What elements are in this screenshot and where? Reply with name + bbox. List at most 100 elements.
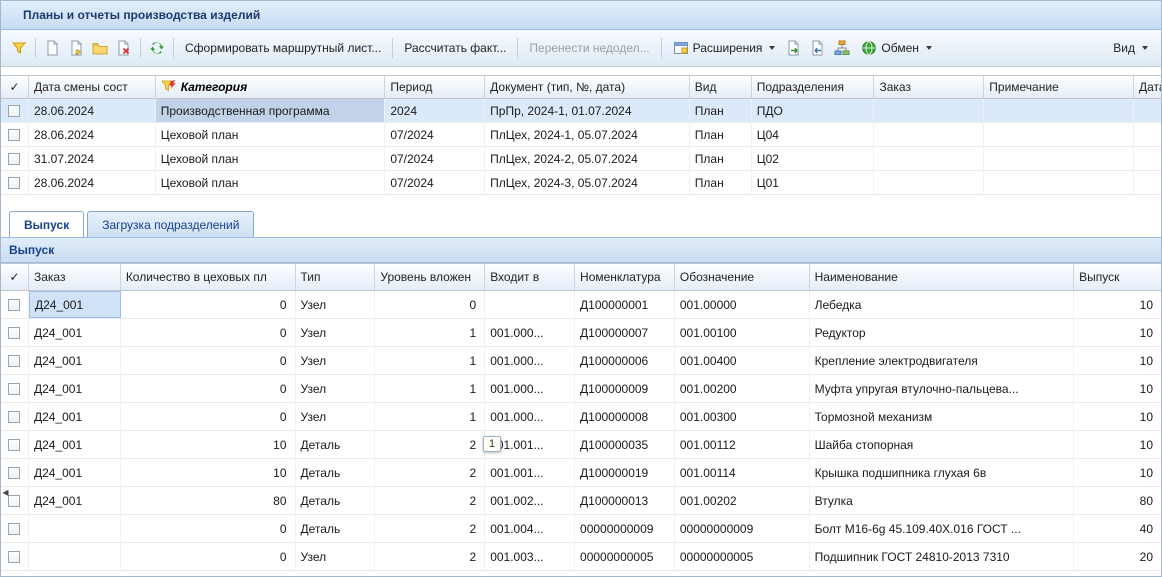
cell-division[interactable]: ПДО (752, 99, 875, 122)
cell-order[interactable]: Д24_001 (29, 403, 121, 430)
row-checkbox[interactable] (8, 153, 20, 165)
cell-level[interactable]: 2 (375, 431, 485, 458)
cell-name[interactable]: Шайба стопорная (810, 431, 1075, 458)
cell-level[interactable]: 1 (375, 403, 485, 430)
cell-parent[interactable]: 001.000... (485, 403, 575, 430)
cell-output[interactable]: 10 (1074, 319, 1161, 346)
column-header-level[interactable]: Уровень вложен (375, 264, 485, 290)
cell-kind[interactable]: План (690, 147, 752, 170)
cell-kind[interactable]: План (690, 99, 752, 122)
import-button[interactable] (806, 36, 830, 60)
cell-period[interactable]: 07/2024 (385, 123, 485, 146)
cell-level[interactable]: 0 (375, 291, 485, 318)
cell-name[interactable]: Подшипник ГОСТ 24810-2013 7310 (810, 543, 1075, 570)
table-row[interactable]: Д24_001 0 Узел 1 001.000... Д100000006 0… (1, 347, 1161, 375)
cell-parent[interactable] (485, 291, 575, 318)
collapse-panel-icon[interactable]: ◀ (1, 479, 10, 505)
column-header-output[interactable]: Выпуск (1074, 264, 1161, 290)
cell-output[interactable]: 10 (1074, 291, 1161, 318)
cell-nomenclature[interactable]: 00000000005 (575, 543, 675, 570)
table-row[interactable]: Д24_001 10 Деталь 2 001.001... Д10000001… (1, 459, 1161, 487)
cell-qty[interactable]: 0 (121, 515, 296, 542)
column-header-document[interactable]: Документ (тип, №, дата) (485, 76, 690, 98)
cell-level[interactable]: 2 (375, 459, 485, 486)
cell-order[interactable]: Д24_001 (29, 431, 121, 458)
cell-qty[interactable]: 10 (121, 459, 296, 486)
tab-zagruzka-podrazdelenij[interactable]: Загрузка подразделений (87, 211, 254, 237)
extensions-button[interactable]: Расширения (666, 36, 783, 60)
cell-check[interactable] (1, 543, 29, 570)
cell-output[interactable]: 10 (1074, 375, 1161, 402)
cell-qty[interactable]: 0 (121, 375, 296, 402)
column-header-date2[interactable]: Дата (1134, 76, 1161, 98)
cell-name[interactable]: Муфта упругая втулочно-пальцева... (810, 375, 1075, 402)
cell-output[interactable]: 10 (1074, 403, 1161, 430)
row-checkbox[interactable] (8, 129, 20, 141)
column-header-parent[interactable]: Входит в (485, 264, 575, 290)
cell-order[interactable] (29, 515, 121, 542)
cell-type[interactable]: Деталь (296, 431, 376, 458)
cell-kind[interactable]: План (690, 171, 752, 194)
cell-parent[interactable]: 001.001... (485, 459, 575, 486)
export-button[interactable] (782, 36, 806, 60)
cell-designation[interactable]: 001.00300 (675, 403, 810, 430)
table-row[interactable]: Д24_001 10 Деталь 2 001.001... Д10000003… (1, 431, 1161, 459)
cell-designation[interactable]: 001.00000 (675, 291, 810, 318)
refresh-button[interactable] (145, 36, 169, 60)
column-header-designation[interactable]: Обозначение (675, 264, 810, 290)
column-header-division[interactable]: Подразделения (752, 76, 875, 98)
cell-date[interactable]: 28.06.2024 (29, 123, 156, 146)
cell-check[interactable] (1, 99, 29, 122)
cell-parent[interactable]: 001.004... (485, 515, 575, 542)
cell-parent[interactable]: 001.003... (485, 543, 575, 570)
cell-qty[interactable]: 0 (121, 403, 296, 430)
cell-designation[interactable]: 00000000009 (675, 515, 810, 542)
cell-nomenclature[interactable]: Д100000019 (575, 459, 675, 486)
column-header-qty[interactable]: Количество в цеховых пл (121, 264, 296, 290)
cell-output[interactable]: 10 (1074, 347, 1161, 374)
cell-period[interactable]: 07/2024 (385, 171, 485, 194)
row-checkbox[interactable] (8, 439, 20, 451)
cell-order[interactable]: Д24_001 (29, 347, 121, 374)
cell-output[interactable]: 10 (1074, 431, 1161, 458)
row-checkbox[interactable] (8, 327, 20, 339)
cell-name[interactable]: Болт М16-6g 45.109.40Х.016 ГОСТ ... (810, 515, 1075, 542)
cell-parent[interactable]: 001.000... (485, 319, 575, 346)
cell-output[interactable]: 40 (1074, 515, 1161, 542)
cell-division[interactable]: Ц04 (752, 123, 875, 146)
cell-designation[interactable]: 001.00200 (675, 375, 810, 402)
cell-level[interactable]: 1 (375, 347, 485, 374)
cell-designation[interactable]: 001.00400 (675, 347, 810, 374)
cell-type[interactable]: Узел (296, 543, 376, 570)
cell-check[interactable] (1, 347, 29, 374)
cell-level[interactable]: 1 (375, 319, 485, 346)
cell-check[interactable] (1, 375, 29, 402)
column-header-period[interactable]: Период (385, 76, 485, 98)
table-row[interactable]: Д24_001 80 Деталь 2 001.002... Д10000001… (1, 487, 1161, 515)
cell-name[interactable]: Лебедка (810, 291, 1075, 318)
cell-designation[interactable]: 001.00100 (675, 319, 810, 346)
cell-nomenclature[interactable]: Д100000006 (575, 347, 675, 374)
cell-date2[interactable] (1134, 99, 1161, 122)
cell-order[interactable] (874, 99, 984, 122)
table-row[interactable]: 31.07.2024 Цеховой план 07/2024 ПлЦех, 2… (1, 147, 1161, 171)
row-checkbox[interactable] (8, 299, 20, 311)
cell-type[interactable]: Узел (296, 319, 376, 346)
cell-order[interactable] (29, 543, 121, 570)
cell-date2[interactable] (1134, 171, 1161, 194)
cell-order[interactable] (874, 171, 984, 194)
cell-note[interactable] (984, 147, 1134, 170)
cell-qty[interactable]: 10 (121, 431, 296, 458)
cell-designation[interactable]: 001.00112 (675, 431, 810, 458)
cell-designation[interactable]: 001.00202 (675, 487, 810, 514)
row-checkbox[interactable] (8, 495, 20, 507)
cell-check[interactable] (1, 171, 29, 194)
cell-period[interactable]: 07/2024 (385, 147, 485, 170)
cell-type[interactable]: Деталь (296, 487, 376, 514)
cell-type[interactable]: Деталь (296, 459, 376, 486)
cell-output[interactable]: 80 (1074, 487, 1161, 514)
cell-output[interactable]: 20 (1074, 543, 1161, 570)
table-row[interactable]: Д24_001 0 Узел 1 001.000... Д100000007 0… (1, 319, 1161, 347)
exchange-button[interactable]: Обмен (854, 36, 939, 60)
table-row[interactable]: 28.06.2024 Цеховой план 07/2024 ПлЦех, 2… (1, 171, 1161, 195)
